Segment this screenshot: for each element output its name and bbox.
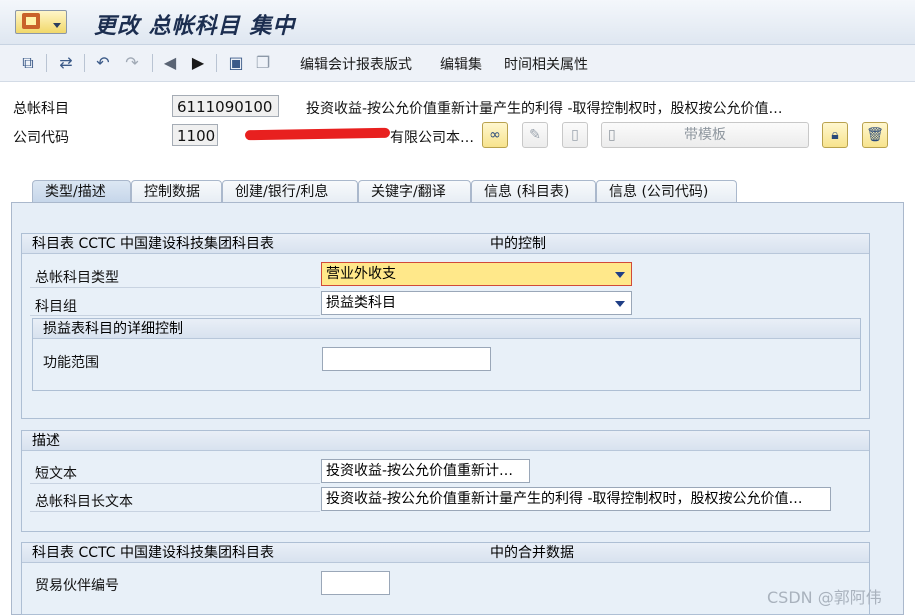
chevron-down-icon xyxy=(615,272,625,278)
edit-set-button[interactable]: 编辑集 xyxy=(440,54,482,74)
watermark: CSDN @郭阿伟 xyxy=(767,588,882,607)
account-type-label: 总帐科目类型 xyxy=(35,270,119,286)
delete-button[interactable]: 🗑︎ xyxy=(862,122,888,148)
chart-of-accounts-control-group: 科目表 CCTC 中国建设科技集团科目表 中的控制 总帐科目类型 营业外收支 科… xyxy=(21,233,870,419)
edit-fs-version-button[interactable]: 编辑会计报表版式 xyxy=(300,54,412,74)
tab-create-bank-interest[interactable]: 创建/银行/利息 xyxy=(222,180,358,202)
chevron-down-icon xyxy=(615,301,625,307)
gl-account-label: 总帐科目 xyxy=(13,101,69,117)
divider xyxy=(30,483,320,484)
group-title-suffix: 中的合并数据 xyxy=(490,545,574,561)
tab-info-chart-of-accounts[interactable]: 信息 (科目表) xyxy=(471,180,596,202)
account-group-select[interactable]: 损益类科目 xyxy=(321,291,632,315)
account-group-label: 科目组 xyxy=(35,299,77,315)
trading-partner-label: 贸易伙伴编号 xyxy=(35,578,119,594)
title-bar: 更改 总帐科目 集中 xyxy=(0,0,915,45)
object-services-icon[interactable]: ❐ xyxy=(253,53,273,73)
redaction-mark xyxy=(244,127,391,141)
consolidation-data-group: 科目表 CCTC 中国建设科技集团科目表 中的合并数据 贸易伙伴编号 xyxy=(21,542,870,615)
application-toolbar: ⧉ ⇄ ↶ ↷ ◀ ▶ ▣ ❐ 编辑会计报表版式 编辑集 时间相关属性 xyxy=(0,45,915,82)
functional-area-input[interactable] xyxy=(322,347,491,371)
sap-menu-icon xyxy=(22,13,40,29)
system-menu-button[interactable] xyxy=(15,10,67,34)
document-overview-icon[interactable]: ▣ xyxy=(226,53,246,73)
group-title: 描述 xyxy=(32,433,60,449)
display-glasses-button[interactable]: ∞ xyxy=(482,122,508,148)
tab-control-data[interactable]: 控制数据 xyxy=(131,180,222,202)
description-group: 描述 短文本 投资收益-按公允价值重新计… 总帐科目长文本 投资收益-按公允价值… xyxy=(21,430,870,532)
next-icon[interactable]: ▶ xyxy=(188,53,208,73)
long-text-label: 总帐科目长文本 xyxy=(35,494,133,510)
company-code-label: 公司代码 xyxy=(13,130,69,146)
toolbar-divider xyxy=(84,54,85,72)
previous-icon[interactable]: ◀ xyxy=(160,53,180,73)
group-title-suffix: 中的控制 xyxy=(490,236,546,252)
short-text-label: 短文本 xyxy=(35,466,77,482)
create-document-button[interactable]: ▯ xyxy=(562,122,588,148)
company-code-description: 有限公司本… xyxy=(390,130,474,146)
toolbar-divider xyxy=(152,54,153,72)
trash-icon: 🗑︎ xyxy=(866,127,884,143)
lock-icon: 🔒︎ xyxy=(831,127,839,143)
document-icon: ▯ xyxy=(608,127,616,143)
with-template-button[interactable]: ▯ 带模板 xyxy=(601,122,809,148)
with-template-label: 带模板 xyxy=(684,127,726,143)
time-dependent-attributes-button[interactable]: 时间相关属性 xyxy=(504,54,588,74)
other-object-icon[interactable]: ⇄ xyxy=(56,53,76,73)
group-title: 科目表 CCTC 中国建设科技集团科目表 xyxy=(32,545,274,561)
document-icon: ▯ xyxy=(571,127,579,143)
tab-keyword-translation[interactable]: 关键字/翻译 xyxy=(358,180,471,202)
chevron-down-icon xyxy=(53,23,61,28)
company-code-field[interactable]: 1100 xyxy=(172,124,218,146)
display-change-icon[interactable]: ⧉ xyxy=(18,53,38,73)
trading-partner-input[interactable] xyxy=(321,571,390,595)
toolbar-divider xyxy=(216,54,217,72)
account-type-value: 营业外收支 xyxy=(326,266,396,282)
pencil-icon: ✎ xyxy=(529,127,541,143)
divider xyxy=(30,287,320,288)
functional-area-label: 功能范围 xyxy=(43,355,99,371)
group-header: 科目表 CCTC 中国建设科技集团科目表 中的控制 xyxy=(22,234,869,254)
page-title: 更改 总帐科目 集中 xyxy=(94,13,296,39)
long-text-input[interactable]: 投资收益-按公允价值重新计量产生的利得 -取得控制权时，股权按公允价值… xyxy=(321,487,831,511)
group-header: 描述 xyxy=(22,431,869,451)
group-title: 损益表科目的详细控制 xyxy=(43,321,183,337)
group-header: 科目表 CCTC 中国建设科技集团科目表 中的合并数据 xyxy=(22,543,869,563)
glasses-icon: ∞ xyxy=(489,127,501,143)
tab-info-company-code[interactable]: 信息 (公司代码) xyxy=(596,180,737,202)
edit-pencil-button[interactable]: ✎ xyxy=(522,122,548,148)
group-title: 科目表 CCTC 中国建设科技集团科目表 xyxy=(32,236,274,252)
undo-icon[interactable]: ↶ xyxy=(93,53,113,73)
pl-detail-control-group: 损益表科目的详细控制 功能范围 xyxy=(32,318,861,391)
toolbar-divider xyxy=(46,54,47,72)
tab-type-description[interactable]: 类型/描述 xyxy=(32,180,131,202)
account-type-select[interactable]: 营业外收支 xyxy=(321,262,632,286)
block-button[interactable]: 🔒︎ xyxy=(822,122,848,148)
gl-account-description: 投资收益-按公允价值重新计量产生的利得 -取得控制权时，股权按公允价值… xyxy=(306,101,783,117)
divider xyxy=(30,315,320,316)
short-text-input[interactable]: 投资收益-按公允价值重新计… xyxy=(321,459,530,483)
account-group-value: 损益类科目 xyxy=(326,295,396,311)
redo-icon[interactable]: ↷ xyxy=(122,53,142,73)
group-header: 损益表科目的详细控制 xyxy=(33,319,860,339)
divider xyxy=(30,511,320,512)
gl-account-field[interactable]: 6111090100 xyxy=(172,95,279,117)
